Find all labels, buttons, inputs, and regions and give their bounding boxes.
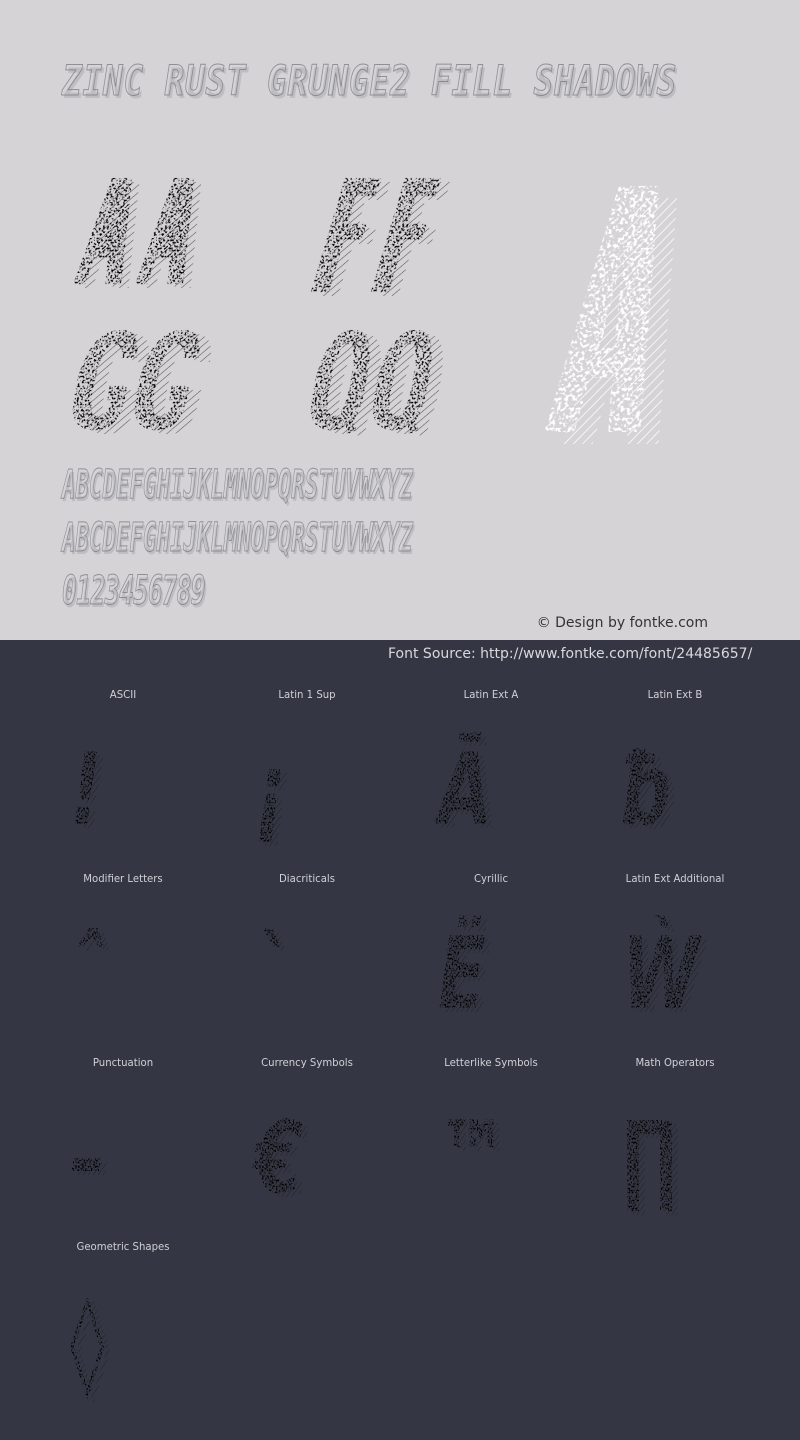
- block-label: Latin Ext A: [463, 688, 519, 701]
- block-sample-glyph: ``: [254, 916, 295, 1036]
- block-sample-glyph: ЁЁ: [438, 915, 492, 1036]
- glyph-fill: Ё: [438, 915, 486, 1032]
- lowercase-sample: ABCDEFGHIJKLMNOPQRSTUVWXYZ: [62, 515, 413, 562]
- block-label: Latin 1 Sup: [278, 688, 336, 701]
- font-preview-panel: ZINC RUST GRUNGE2 FILL SHADOWS ABCDEFGHI…: [0, 0, 800, 640]
- glyph-fill: `: [254, 916, 289, 1032]
- glyph-pair-aa: [73, 178, 202, 288]
- glyph-fill: –: [70, 1100, 105, 1216]
- glyph-fill: ™: [438, 1100, 508, 1216]
- glyph-fill: ˆ: [70, 916, 105, 1032]
- block-sample-glyph: ˆˆ: [70, 916, 111, 1036]
- font-title: ZINC RUST GRUNGE2 FILL SHADOWS: [62, 56, 678, 106]
- block-label: Latin Ext B: [647, 688, 703, 701]
- glyph-fill: €: [251, 1100, 303, 1216]
- block-label: Diacriticals: [279, 872, 335, 885]
- glyph-fill: ∏: [622, 1100, 677, 1216]
- glyph-fill: !: [70, 732, 102, 848]
- block-sample-glyph: €€: [251, 1100, 309, 1220]
- block-label: Letterlike Symbols: [444, 1056, 538, 1069]
- design-credit: © Design by fontke.com: [536, 615, 708, 631]
- glyph-pair-qq: [310, 330, 443, 438]
- glyph-pair-gg: [72, 330, 211, 434]
- block-label: ASCII: [109, 688, 137, 701]
- block-sample-glyph: ĀĀ: [433, 732, 498, 852]
- block-sample-glyph: ™™: [438, 1100, 514, 1220]
- block-sample-glyph: !!: [70, 732, 108, 852]
- block-label: Punctuation: [92, 1056, 154, 1069]
- block-sample-glyph: ƀƀ: [622, 732, 678, 852]
- glyph-fill: Ẁ: [622, 915, 702, 1032]
- glyph-fill: ◊: [70, 1284, 105, 1400]
- block-sample-glyph: ––: [70, 1100, 111, 1220]
- font-source-link[interactable]: Font Source: http://www.fontke.com/font/…: [388, 646, 752, 662]
- block-sample-glyph: ◊◊: [70, 1284, 111, 1404]
- glyph-fill: Ā: [433, 732, 492, 848]
- block-sample-glyph: ∏∏: [622, 1100, 683, 1220]
- glyph-fill: ƀ: [622, 732, 672, 848]
- block-label: Math Operators: [635, 1056, 715, 1069]
- block-sample-glyph: ¡¡: [254, 732, 292, 852]
- block-label: Modifier Letters: [83, 872, 163, 885]
- block-label: Cyrillic: [473, 872, 509, 885]
- block-label: Currency Symbols: [261, 1056, 353, 1069]
- digits-sample: 0123456789: [62, 568, 206, 615]
- block-sample-glyph: ẀẀ: [622, 915, 708, 1036]
- uppercase-sample: ABCDEFGHIJKLMNOPQRSTUVWXYZ: [62, 462, 413, 509]
- glyph-pair-ff: [310, 178, 451, 296]
- block-label: Latin Ext Additional: [625, 872, 725, 885]
- block-label: Geometric Shapes: [76, 1240, 170, 1253]
- glyph-fill: ¡: [254, 732, 286, 848]
- large-glyph-a: [544, 186, 678, 444]
